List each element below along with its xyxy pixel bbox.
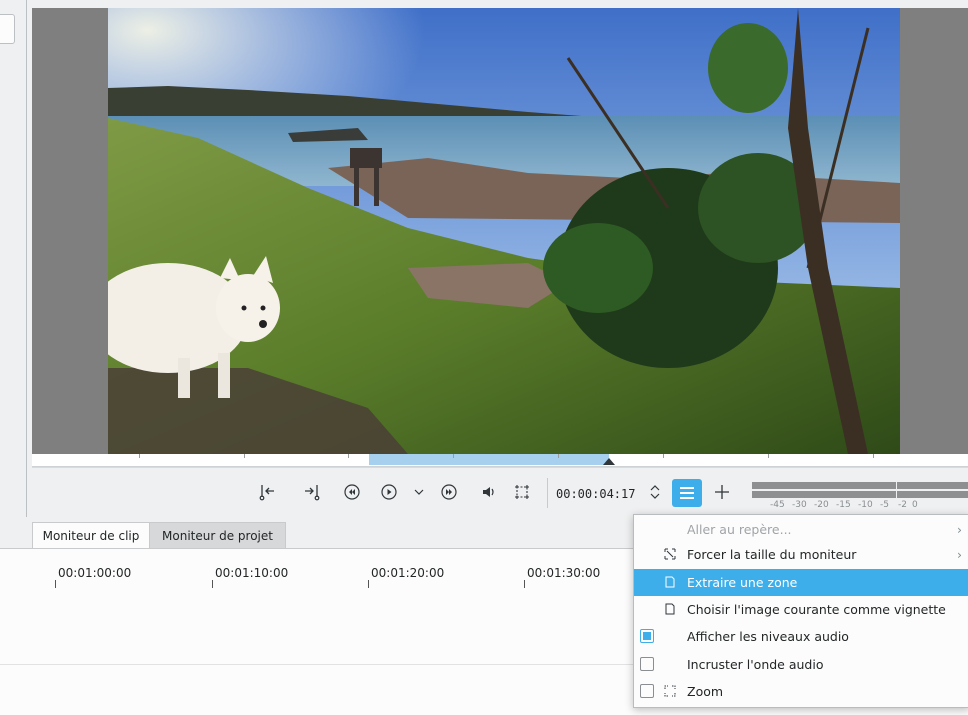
toolbar-separator <box>547 478 548 508</box>
checkbox-unchecked[interactable] <box>640 657 654 671</box>
menu-item-force-monitor-size[interactable]: Forcer la taille du moniteur › <box>634 541 968 568</box>
ruler-tick <box>348 454 349 458</box>
rewind-icon[interactable] <box>340 480 364 504</box>
timeline-label: 00:01:10:00 <box>215 566 289 580</box>
monitor-menu-button[interactable] <box>672 479 702 507</box>
timeline-label: 00:01:20:00 <box>371 566 445 580</box>
safe-zone-icon[interactable] <box>510 480 534 504</box>
audio-level-meter: -45 -30 -20 -15 -10 -5 -2 0 <box>748 478 968 510</box>
meter-label: -45 <box>770 500 785 510</box>
left-panel-strip <box>0 0 27 517</box>
volume-icon[interactable] <box>477 480 501 504</box>
menu-item-label: Extraire une zone <box>687 575 798 590</box>
ruler-tick <box>873 454 874 458</box>
meter-label: -20 <box>814 500 829 510</box>
timeline-tick <box>524 580 525 588</box>
video-image <box>108 8 900 454</box>
zone-selection[interactable] <box>369 454 609 465</box>
meter-label: 0 <box>912 500 918 510</box>
forward-icon[interactable] <box>437 480 461 504</box>
menu-item-label: Choisir l'image courante comme vignette <box>687 602 946 617</box>
play-icon[interactable] <box>377 480 401 504</box>
timecode-spinner-icon[interactable] <box>647 480 663 504</box>
menu-item-set-thumbnail[interactable]: Choisir l'image courante comme vignette <box>634 596 968 623</box>
menu-item-extract-zone[interactable]: Extraire une zone <box>634 569 968 596</box>
menu-item-overlay-audio-waveform[interactable]: Incruster l'onde audio <box>634 651 968 678</box>
video-frame <box>108 8 900 454</box>
play-options-chevron-icon[interactable] <box>407 480 431 504</box>
checkbox-checked[interactable] <box>640 629 654 643</box>
tab-clip-monitor[interactable]: Moniteur de clip <box>32 522 150 549</box>
menu-item-label: Forcer la taille du moniteur <box>687 547 857 562</box>
menu-item-zoom[interactable]: Zoom <box>634 678 968 705</box>
add-icon[interactable] <box>710 480 734 504</box>
ruler-tick <box>139 454 140 458</box>
ruler-tick <box>663 454 664 458</box>
menu-item-label: Zoom <box>687 684 724 699</box>
ruler-tick <box>768 454 769 458</box>
submenu-arrow-icon: › <box>957 522 962 537</box>
meter-label: -30 <box>792 500 807 510</box>
meter-label: -15 <box>836 500 851 510</box>
meter-label: -5 <box>880 500 889 510</box>
set-zone-out-icon[interactable] <box>300 480 324 504</box>
set-zone-in-icon[interactable] <box>255 480 279 504</box>
menu-item-goto-marker[interactable]: Aller au repère... › <box>634 516 968 543</box>
menu-item-label: Afficher les niveaux audio <box>687 629 849 644</box>
playhead-marker[interactable] <box>603 458 615 465</box>
submenu-arrow-icon: › <box>957 547 962 562</box>
meter-scale: -45 -30 -20 -15 -10 -5 -2 0 <box>770 500 922 510</box>
resize-icon <box>664 548 676 560</box>
timeline-label: 00:01:00:00 <box>58 566 132 580</box>
checkbox-unchecked[interactable] <box>640 684 654 698</box>
menu-item-label: Incruster l'onde audio <box>687 657 824 672</box>
menu-item-label: Aller au repère... <box>687 522 792 537</box>
ruler-tick <box>453 454 454 458</box>
timeline-tick <box>55 580 56 588</box>
meter-label: -10 <box>858 500 873 510</box>
tab-project-monitor[interactable]: Moniteur de projet <box>149 522 286 549</box>
timeline-label: 00:01:30:00 <box>527 566 601 580</box>
menu-item-show-audio-levels[interactable]: Afficher les niveaux audio <box>634 623 968 650</box>
hamburger-menu-icon <box>680 487 694 499</box>
extract-zone-icon <box>665 576 675 588</box>
meter-label: -2 <box>898 500 907 510</box>
panel-tab-handle[interactable] <box>0 14 15 44</box>
ruler-tick <box>558 454 559 458</box>
ruler-tick <box>244 454 245 458</box>
timeline-tick <box>212 580 213 588</box>
timeline-tick <box>368 580 369 588</box>
zoom-icon <box>664 685 676 697</box>
thumbnail-icon <box>665 603 675 615</box>
